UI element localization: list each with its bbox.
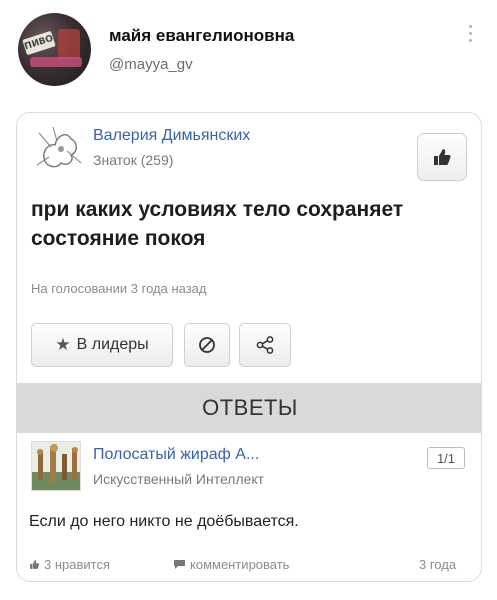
- answer-page-indicator: 1/1: [427, 447, 465, 469]
- answer-text: Если до него никто не доёбывается.: [29, 513, 299, 530]
- to-leaders-button[interactable]: ★ В лидеры: [31, 323, 173, 367]
- answerer-rank: Искусственный Интеллект: [93, 471, 265, 487]
- avatar-sign-text: ПИВО: [23, 33, 55, 53]
- avatar-decoration: [58, 29, 80, 59]
- share-icon: [256, 336, 274, 354]
- answerer-name[interactable]: Полосатый жираф А...: [93, 446, 259, 464]
- thumbs-up-icon: [30, 560, 40, 569]
- tweet-header: ПИВО майя евангелионовна @mayya_gv: [0, 0, 497, 112]
- asker-rank: Знаток (259): [93, 152, 174, 168]
- answerer-avatar-image: [32, 442, 80, 490]
- like-button[interactable]: [417, 133, 467, 181]
- question-title[interactable]: при каких условиях тело сохраняет состоя…: [31, 195, 471, 253]
- author-handle[interactable]: @mayya_gv: [109, 56, 193, 73]
- answerer-avatar[interactable]: [31, 441, 81, 491]
- star-icon: ★: [55, 335, 71, 354]
- asker-avatar[interactable]: [31, 121, 87, 173]
- asker-name[interactable]: Валерия Димьянских: [93, 127, 250, 145]
- question-card: Валерия Димьянских Знаток (259) при каки…: [16, 112, 482, 582]
- answer-likes[interactable]: 3 нравится: [29, 557, 110, 572]
- question-status: На голосовании 3 года назад: [31, 281, 207, 296]
- comment-link[interactable]: комментировать: [173, 557, 289, 572]
- comment-label: комментировать: [190, 557, 290, 572]
- author-avatar[interactable]: ПИВО: [18, 13, 91, 86]
- answer-time: 3 года: [419, 557, 457, 572]
- to-leaders-label: В лидеры: [76, 336, 149, 353]
- author-name[interactable]: майя евангелионовна: [109, 26, 294, 46]
- block-button[interactable]: [184, 323, 230, 367]
- answers-header: ОТВЕТЫ: [17, 383, 481, 433]
- comment-icon: [174, 560, 185, 569]
- share-button[interactable]: [239, 323, 291, 367]
- avatar-sign: ПИВО: [22, 30, 56, 56]
- more-vertical-icon[interactable]: [467, 25, 473, 49]
- thumbs-up-icon: [434, 149, 451, 165]
- avatar-decoration: [30, 57, 82, 67]
- answer-likes-label: 3 нравится: [44, 557, 110, 572]
- block-icon: [199, 337, 215, 353]
